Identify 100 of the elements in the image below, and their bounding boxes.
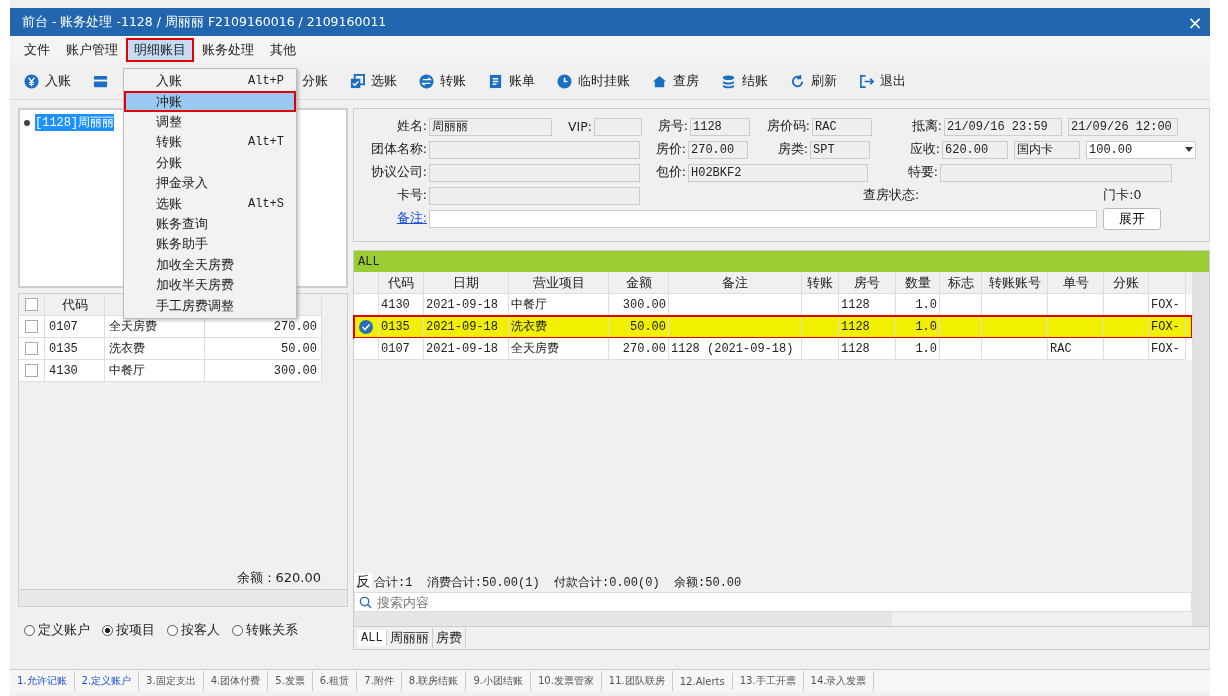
menu-item[interactable]: 加收半天房费 — [124, 274, 296, 296]
table-row[interactable]: 4130 2021-09-18 中餐厅 300.00 1128 1.0 FOX- — [354, 294, 1192, 316]
window-title: 前台 - 账务处理 -1128 / 周丽丽 F2109160016 / 2109160011 — [22, 13, 387, 31]
menu-item[interactable]: 调整 — [124, 111, 296, 133]
menu-item[interactable]: 明细账目 — [126, 37, 194, 62]
special-request-field[interactable] — [940, 163, 1172, 182]
guest-tab[interactable]: 周丽丽 — [386, 628, 433, 648]
arrival-field[interactable]: 21/09/16 23:59 — [944, 117, 1062, 136]
card-icon[interactable] — [93, 73, 108, 89]
toolbar-button[interactable]: 刷新 — [811, 72, 837, 90]
menu-item[interactable]: 转账 Alt+T — [124, 132, 296, 153]
clock-icon[interactable] — [557, 73, 572, 89]
table-cell — [802, 338, 839, 360]
checkbox[interactable] — [25, 320, 38, 333]
bottom-tab[interactable]: 3.固定支出 — [139, 671, 204, 691]
checkbox[interactable] — [25, 342, 38, 355]
remark-link[interactable]: 备注: — [396, 210, 427, 225]
scrollbar[interactable] — [1192, 272, 1209, 626]
bottom-tab[interactable]: 5.发票 — [268, 671, 313, 691]
radio-button[interactable]: 定义账户 — [24, 621, 90, 639]
toolbar-button[interactable]: 退出 — [880, 72, 906, 90]
bottom-tab[interactable]: 10.发票管家 — [530, 671, 602, 691]
menu-item[interactable]: 账务查询 — [124, 213, 296, 235]
bottom-tab[interactable]: 8.联房结账 — [401, 671, 467, 691]
reverse-button[interactable]: 反 — [354, 573, 372, 591]
search-field[interactable]: 搜索内容 — [354, 592, 1192, 612]
close-button[interactable]: × — [1180, 11, 1210, 33]
coin-stack-icon[interactable] — [721, 73, 736, 89]
menu-item[interactable]: 其他 — [262, 37, 304, 62]
toolbar-button[interactable]: 入账 — [45, 72, 71, 90]
company-field[interactable] — [429, 163, 640, 182]
bottom-tab[interactable]: 2.定义账户 — [74, 671, 140, 691]
check-icon — [359, 319, 373, 334]
table-cell: 全天房费 — [509, 338, 609, 360]
bottom-tab[interactable]: 13.手工开票 — [732, 671, 804, 691]
room-type-field[interactable]: SPT — [810, 140, 870, 159]
toolbar-button[interactable]: 结账 — [742, 72, 768, 90]
arrows-circle-icon[interactable] — [419, 73, 434, 89]
menu-item[interactable]: 入账 Alt+P — [124, 71, 296, 92]
scrollbar[interactable] — [354, 612, 892, 626]
toolbar-button[interactable]: 账单 — [509, 72, 535, 90]
column-header[interactable]: 代码 — [45, 294, 105, 316]
bottom-tab[interactable]: 7.附件 — [357, 671, 402, 691]
checkbox[interactable] — [25, 364, 38, 377]
table-row[interactable]: 0135 2021-09-18 洗衣费 50.00 1128 1.0 FOX- — [354, 316, 1192, 338]
document-icon[interactable] — [488, 73, 503, 89]
name-field[interactable]: 周丽丽 — [429, 117, 552, 136]
card-type-field[interactable]: 国内卡 — [1014, 140, 1080, 159]
yen-coin-icon[interactable] — [24, 73, 39, 89]
menu-item[interactable]: 账务助手 — [124, 234, 296, 255]
vip-field[interactable] — [594, 117, 642, 136]
rate-code-field[interactable]: RAC — [812, 117, 872, 136]
departure-field[interactable]: 21/09/26 12:00 — [1068, 117, 1178, 136]
menu-item[interactable]: 加收全天房费 — [124, 254, 296, 275]
refresh-icon[interactable] — [790, 73, 805, 89]
toolbar-button[interactable]: 临时挂账 — [578, 72, 630, 90]
card-number-field[interactable] — [429, 186, 640, 205]
room-field[interactable]: 1128 — [690, 117, 750, 136]
checkbox[interactable] — [25, 298, 38, 311]
guest-tab[interactable]: ALL — [358, 630, 387, 646]
menu-item[interactable]: 账务处理 — [194, 37, 262, 62]
guest-tab[interactable]: 房费 — [432, 628, 466, 648]
group-field[interactable] — [429, 140, 640, 159]
receivable-field[interactable]: 620.00 — [942, 140, 1008, 159]
house-icon[interactable] — [652, 73, 667, 89]
check-room-status-label: 查房状态: — [863, 187, 920, 204]
toolbar-button[interactable]: 转账 — [440, 72, 466, 90]
package-field[interactable]: H02BKF2 — [688, 163, 868, 182]
expand-button[interactable]: 展开 — [1103, 207, 1161, 230]
menu-item[interactable]: 文件 — [16, 37, 58, 62]
table-cell — [1104, 338, 1149, 360]
toolbar-button[interactable]: 选账 — [371, 72, 397, 90]
bottom-tab[interactable]: 4.团体付费 — [203, 671, 269, 691]
menu-item[interactable]: 押金录入 — [124, 172, 296, 194]
amount-dropdown[interactable]: 100.00 — [1086, 140, 1196, 159]
exit-icon[interactable] — [859, 73, 874, 89]
bottom-tab[interactable]: 12.Alerts — [672, 672, 733, 690]
radio-button[interactable]: 转账关系 — [232, 621, 298, 639]
bottom-tab[interactable]: 1.允许记账 — [10, 671, 75, 691]
menu-item[interactable]: 选账 Alt+S — [124, 193, 296, 214]
table-row[interactable]: 0107 2021-09-18 全天房费 270.00 1128 (2021-09-18) 1128 1.0 RAC FOX- — [354, 338, 1192, 360]
table-cell: 2021-09-18 — [424, 338, 509, 360]
field-label: 特要: — [906, 164, 938, 181]
radio-button[interactable]: 按客人 — [167, 621, 220, 639]
remark-field[interactable] — [429, 209, 1097, 228]
scrollbar[interactable] — [19, 589, 347, 606]
menu-item[interactable]: 手工房费调整 — [124, 295, 296, 316]
menu-item[interactable]: 分账 — [124, 152, 296, 173]
bottom-tab[interactable]: 9.小团结账 — [466, 671, 531, 691]
bottom-tab[interactable]: 6.租赁 — [312, 671, 358, 691]
price-field[interactable]: 270.00 — [688, 140, 748, 159]
menu-item[interactable]: 冲账 — [124, 91, 296, 112]
bottom-tab[interactable]: 11.团队联房 — [601, 671, 673, 691]
stacked-squares-icon[interactable] — [350, 73, 365, 89]
field-label: 协议公司: — [369, 164, 427, 181]
toolbar-button[interactable]: 查房 — [673, 72, 699, 90]
radio-button[interactable]: 按项目 — [102, 621, 155, 639]
toolbar-button[interactable]: 分账 — [302, 72, 328, 90]
bottom-tab[interactable]: 14.录入发票 — [803, 671, 875, 691]
menu-item[interactable]: 账户管理 — [58, 37, 126, 62]
